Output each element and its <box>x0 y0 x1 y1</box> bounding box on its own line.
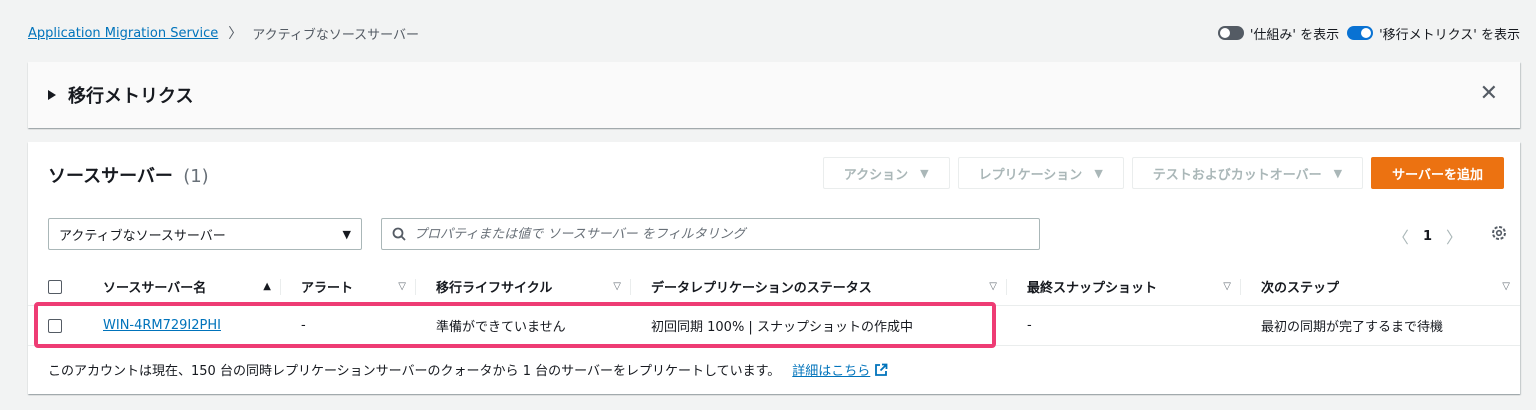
replication-button[interactable]: レプリケーション ▼ <box>957 157 1124 189</box>
column-header-lifecycle-label: 移行ライフサイクル <box>436 281 553 296</box>
table-row[interactable]: WIN-4RM729I2PHI - 準備ができていません 初回同期 100% |… <box>28 306 1520 346</box>
lifecycle-value: 準備ができていません <box>436 320 566 335</box>
source-servers-table: ソースサーバー名 ▲ アラート ▽ 移行ライフサイクル ▽ データレプリケーショ… <box>28 268 1520 346</box>
source-servers-count: (1) <box>183 166 209 187</box>
server-state-select[interactable]: アクティブなソースサーバー ▼ <box>48 218 362 250</box>
row-select-cell <box>28 306 103 345</box>
column-header-lifecycle[interactable]: 移行ライフサイクル ▽ <box>416 268 631 305</box>
select-all-checkbox[interactable] <box>48 279 62 294</box>
caret-right-icon[interactable] <box>48 90 56 100</box>
pagination: 〈 1 〉 <box>1393 224 1462 248</box>
server-state-select-value: アクティブなソースサーバー <box>59 228 226 244</box>
sort-icon[interactable]: ▽ <box>613 281 621 292</box>
top-bar: Application Migration Service 〉 アクティブなソー… <box>28 22 1520 44</box>
cell-replication-status: 初回同期 100% | スナップショットの作成中 <box>631 306 1007 345</box>
breadcrumb: Application Migration Service 〉 アクティブなソー… <box>28 23 419 43</box>
add-server-button-label: サーバーを追加 <box>1392 167 1483 183</box>
filter-input[interactable] <box>414 226 1014 242</box>
column-header-alert-label: アラート <box>301 281 354 296</box>
column-header-alert[interactable]: アラート ▽ <box>281 268 416 305</box>
breadcrumb-root-link[interactable]: Application Migration Service <box>28 26 218 41</box>
column-header-last-snapshot-label: 最終スナップショット <box>1027 281 1158 296</box>
last-snapshot-value: - <box>1027 318 1032 333</box>
metrics-panel: 移行メトリクス ✕ <box>28 62 1520 128</box>
cell-alert: - <box>281 306 416 345</box>
external-link-icon[interactable] <box>874 363 888 377</box>
next-step-value: 最初の同期が完了するまで待機 <box>1261 320 1444 335</box>
add-server-button[interactable]: サーバーを追加 <box>1371 157 1504 189</box>
metrics-toggle[interactable] <box>1347 26 1374 40</box>
test-cutover-button[interactable]: テストおよびカットオーバー ▼ <box>1131 157 1364 189</box>
sort-icon[interactable]: ▽ <box>398 281 406 292</box>
how-it-works-toggle[interactable] <box>1217 26 1244 40</box>
sort-icon[interactable]: ▽ <box>1223 281 1231 292</box>
metrics-panel-header[interactable]: 移行メトリクス <box>28 62 1520 128</box>
gear-icon[interactable] <box>1490 224 1508 246</box>
action-buttons: アクション ▼ レプリケーション ▼ テストおよびカットオーバー ▼ サーバーを… <box>822 157 1504 189</box>
actions-button[interactable]: アクション ▼ <box>822 157 950 189</box>
alert-value: - <box>301 318 306 333</box>
breadcrumb-current: アクティブなソースサーバー <box>252 27 420 43</box>
column-header-next-step-label: 次のステップ <box>1261 281 1340 296</box>
source-servers-panel: ソースサーバー (1) アクション ▼ レプリケーション ▼ テストおよびカット… <box>28 142 1520 394</box>
column-header-name-label: ソースサーバー名 <box>103 281 207 296</box>
sort-ascending-icon[interactable]: ▲ <box>263 281 271 292</box>
row-checkbox[interactable] <box>48 318 62 333</box>
column-header-replication-status[interactable]: データレプリケーションのステータス ▽ <box>631 268 1007 305</box>
search-icon <box>392 227 406 241</box>
cell-next-step: 最初の同期が完了するまで待機 <box>1241 306 1520 345</box>
caret-down-icon: ▼ <box>1094 166 1103 180</box>
server-name-link[interactable]: WIN-4RM729I2PHI <box>103 318 221 333</box>
caret-down-icon: ▼ <box>920 166 929 180</box>
quota-note: このアカウントは現在、150 台の同時レプリケーションサーバーのクォータから 1… <box>48 360 888 379</box>
sort-icon[interactable]: ▽ <box>989 281 997 292</box>
source-servers-title: ソースサーバー <box>48 166 173 187</box>
cell-last-snapshot: - <box>1007 306 1241 345</box>
column-header-next-step[interactable]: 次のステップ ▽ <box>1241 268 1520 305</box>
caret-down-icon: ▼ <box>342 227 351 241</box>
caret-down-icon: ▼ <box>1333 166 1343 180</box>
column-header-name[interactable]: ソースサーバー名 ▲ <box>103 268 281 305</box>
breadcrumb-separator-icon: 〉 <box>228 26 243 42</box>
chevron-left-icon[interactable]: 〈 <box>1393 224 1409 248</box>
replication-status-value: 初回同期 100% | スナップショットの作成中 <box>651 320 913 335</box>
metrics-toggle-label: '移行メトリクス' を表示 <box>1379 27 1520 43</box>
cell-lifecycle: 準備ができていません <box>416 306 631 345</box>
filter-box[interactable] <box>381 218 1040 250</box>
replication-button-label: レプリケーション <box>978 167 1083 183</box>
metrics-panel-title[interactable]: 移行メトリクス <box>68 82 193 108</box>
cell-name: WIN-4RM729I2PHI <box>103 306 281 345</box>
actions-button-label: アクション <box>843 167 909 183</box>
current-page-number[interactable]: 1 <box>1423 229 1432 244</box>
sort-icon[interactable]: ▽ <box>1502 281 1510 292</box>
how-it-works-toggle-label: '仕組み' を表示 <box>1249 27 1340 43</box>
quota-note-text: このアカウントは現在、150 台の同時レプリケーションサーバーのクォータから 1… <box>48 364 781 379</box>
source-servers-header: ソースサーバー (1) <box>48 162 209 188</box>
chevron-right-icon[interactable]: 〉 <box>1446 224 1462 248</box>
test-cutover-button-label: テストおよびカットオーバー <box>1152 167 1322 183</box>
column-header-replication-status-label: データレプリケーションのステータス <box>651 281 872 296</box>
select-all-cell <box>28 268 103 305</box>
column-header-last-snapshot[interactable]: 最終スナップショット ▽ <box>1007 268 1241 305</box>
learn-more-link[interactable]: 詳細はこちら <box>792 360 870 379</box>
close-icon[interactable]: ✕ <box>1480 83 1498 105</box>
table-header-row: ソースサーバー名 ▲ アラート ▽ 移行ライフサイクル ▽ データレプリケーショ… <box>28 268 1520 306</box>
display-toggles: '仕組み' を表示 '移行メトリクス' を表示 <box>1217 24 1520 43</box>
